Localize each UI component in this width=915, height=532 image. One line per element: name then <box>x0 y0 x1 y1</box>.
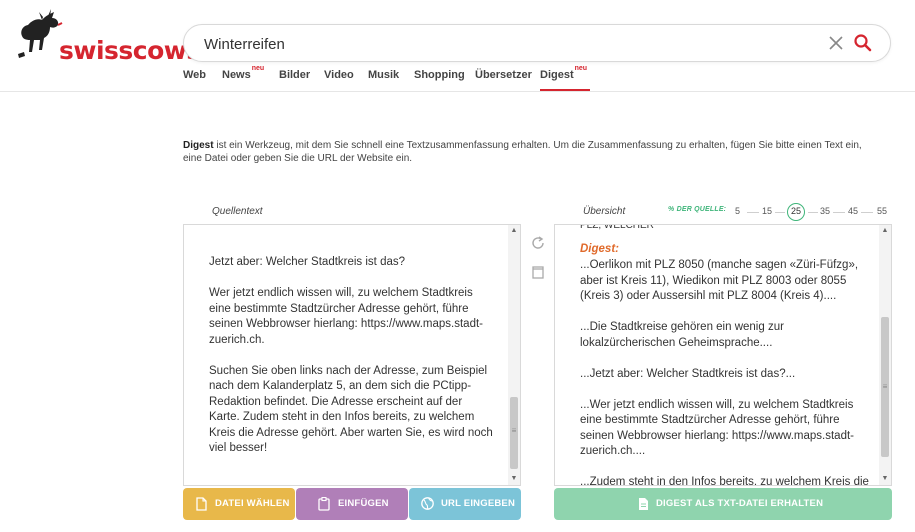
cut-line: PLZ, WELCHER <box>580 224 654 231</box>
refresh-icon[interactable] <box>530 235 546 251</box>
nav-item-uebersetzer[interactable]: Übersetzer <box>475 69 532 91</box>
clipboard-icon <box>318 497 330 511</box>
intro-body: ist ein Werkzeug, mit dem Sie schnell ei… <box>183 140 862 164</box>
scale-option[interactable]: 35 <box>820 206 830 216</box>
grip-icon: ≡ <box>882 382 888 391</box>
scale-option[interactable]: 5 <box>735 206 740 216</box>
scale-option[interactable]: 55 <box>877 206 887 216</box>
intro-text: Digest ist ein Werkzeug, mit dem Sie sch… <box>183 139 883 165</box>
cow-icon <box>18 9 63 58</box>
search-input[interactable] <box>204 33 784 55</box>
nav-item-video[interactable]: Video <box>324 69 354 91</box>
scale-divider <box>833 212 845 213</box>
scale-divider <box>747 212 759 213</box>
percent-scale: 5 15 25 35 45 55 <box>733 203 893 221</box>
header: swisscows Web Newsneu Bilder Video Musik… <box>0 0 915 92</box>
scale-divider <box>775 212 785 213</box>
search-icon[interactable] <box>853 33 873 53</box>
choose-file-label: DATEI WÄHLEN <box>215 498 290 509</box>
scroll-down-icon[interactable]: ▼ <box>881 475 889 482</box>
nav-item-news[interactable]: Newsneu <box>222 65 264 91</box>
swisscows-logo[interactable]: swisscows <box>12 6 201 66</box>
grip-icon: ≡ <box>511 426 517 435</box>
intro-bold: Digest <box>183 140 214 151</box>
copy-icon[interactable] <box>530 264 546 280</box>
digest-output[interactable]: PLZ, WELCHER Digest: ...Oerlikon mit PLZ… <box>554 224 892 486</box>
percent-label: % DER QUELLE: <box>668 206 727 213</box>
choose-file-button[interactable]: DATEI WÄHLEN <box>183 488 295 520</box>
scroll-up-icon[interactable]: ▲ <box>881 227 889 234</box>
paste-label: EINFÜGEN <box>338 498 389 509</box>
new-badge: neu <box>251 65 265 72</box>
download-digest-button[interactable]: DIGEST ALS TXT-DATEI ERHALTEN <box>554 488 892 520</box>
digest-scrollbar[interactable]: ▲ ≡ ▼ <box>879 225 891 485</box>
digest-label: Digest: <box>580 243 619 255</box>
globe-icon <box>421 497 434 510</box>
nav-item-digest[interactable]: Digestneu <box>540 65 590 91</box>
new-badge: neu <box>574 65 588 72</box>
paste-button[interactable]: EINFÜGEN <box>296 488 408 520</box>
nav-item-shopping[interactable]: Shopping <box>414 69 465 91</box>
search-box <box>183 24 891 62</box>
document-icon <box>639 498 648 510</box>
scale-option-selected[interactable]: 25 <box>787 203 805 221</box>
source-label: Quellentext <box>212 206 263 217</box>
download-digest-label: DIGEST ALS TXT-DATEI ERHALTEN <box>656 498 824 509</box>
nav-item-web[interactable]: Web <box>183 69 206 91</box>
scroll-thumb[interactable]: ≡ <box>510 397 518 469</box>
close-icon[interactable] <box>826 33 846 53</box>
source-text: Jetzt aber: Welcher Stadtkreis ist das? … <box>209 256 493 454</box>
digest-text: ...Oerlikon mit PLZ 8050 (manche sagen «… <box>580 259 869 486</box>
scroll-thumb[interactable]: ≡ <box>881 317 889 457</box>
file-icon <box>196 497 207 511</box>
scale-divider <box>808 212 818 213</box>
scale-option[interactable]: 15 <box>762 206 772 216</box>
source-textarea[interactable]: Jetzt aber: Welcher Stadtkreis ist das? … <box>183 224 521 486</box>
nav-item-musik[interactable]: Musik <box>368 69 399 91</box>
scale-divider <box>861 212 873 213</box>
source-scrollbar[interactable]: ▲ ≡ ▼ <box>508 225 520 485</box>
scroll-up-icon[interactable]: ▲ <box>510 227 518 234</box>
enter-url-label: URL EINGEBEN <box>441 498 516 509</box>
enter-url-button[interactable]: URL EINGEBEN <box>409 488 521 520</box>
scale-option[interactable]: 45 <box>848 206 858 216</box>
overview-label: Übersicht <box>583 206 626 217</box>
logo-text: swisscows <box>59 36 201 65</box>
scroll-down-icon[interactable]: ▼ <box>510 475 518 482</box>
nav-item-bilder[interactable]: Bilder <box>279 69 310 91</box>
